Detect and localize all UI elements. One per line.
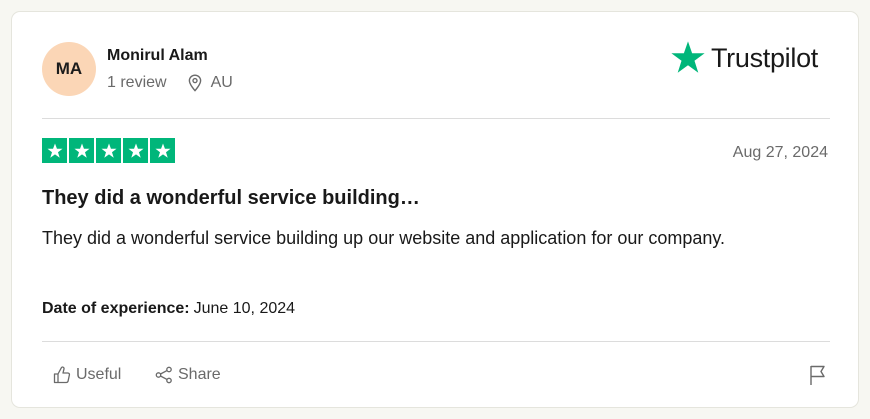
- avatar[interactable]: MA: [42, 42, 96, 96]
- thumbs-up-icon: [53, 366, 71, 384]
- star-icon: [101, 143, 116, 158]
- date-of-experience: Date of experience: June 10, 2024: [42, 300, 295, 318]
- share-label: Share: [178, 366, 221, 383]
- review-date: Aug 27, 2024: [732, 144, 828, 161]
- reviewer-meta: 1 review AU: [107, 74, 233, 92]
- avatar-initials: MA: [55, 59, 83, 78]
- divider: [42, 118, 830, 119]
- rating-star: [69, 138, 94, 163]
- location-pin-icon: [188, 74, 201, 92]
- star-icon: [155, 143, 170, 158]
- review-card: MA Monirul Alam 1 review AU Trustpilot A…: [11, 11, 859, 408]
- star-icon: [47, 143, 62, 158]
- experience-date: June 10, 2024: [193, 300, 296, 317]
- review-title[interactable]: They did a wonderful service building…: [42, 187, 420, 210]
- reviewer-location: AU: [187, 74, 233, 92]
- share-button[interactable]: Share: [154, 365, 221, 385]
- country-code: AU: [210, 74, 233, 91]
- share-icon: [155, 366, 172, 384]
- review-count: 1 review: [107, 74, 167, 91]
- star-rating: [42, 138, 175, 163]
- divider: [42, 341, 830, 342]
- flag-icon: [810, 365, 825, 385]
- star-icon: [671, 41, 705, 73]
- review-body: They did a wonderful service building up…: [42, 228, 726, 248]
- rating-star: [150, 138, 175, 163]
- rating-star: [123, 138, 148, 163]
- useful-label: Useful: [76, 366, 122, 383]
- useful-button[interactable]: Useful: [52, 365, 121, 385]
- report-button[interactable]: [808, 364, 828, 386]
- star-icon: [128, 143, 143, 158]
- reviewer-name[interactable]: Monirul Alam: [107, 47, 208, 65]
- experience-label: Date of experience:: [42, 300, 190, 317]
- rating-star: [96, 138, 121, 163]
- brand-name: Trustpilot: [710, 42, 818, 73]
- rating-star: [42, 138, 67, 163]
- star-icon: [74, 143, 89, 158]
- trustpilot-logo[interactable]: Trustpilot: [669, 39, 818, 77]
